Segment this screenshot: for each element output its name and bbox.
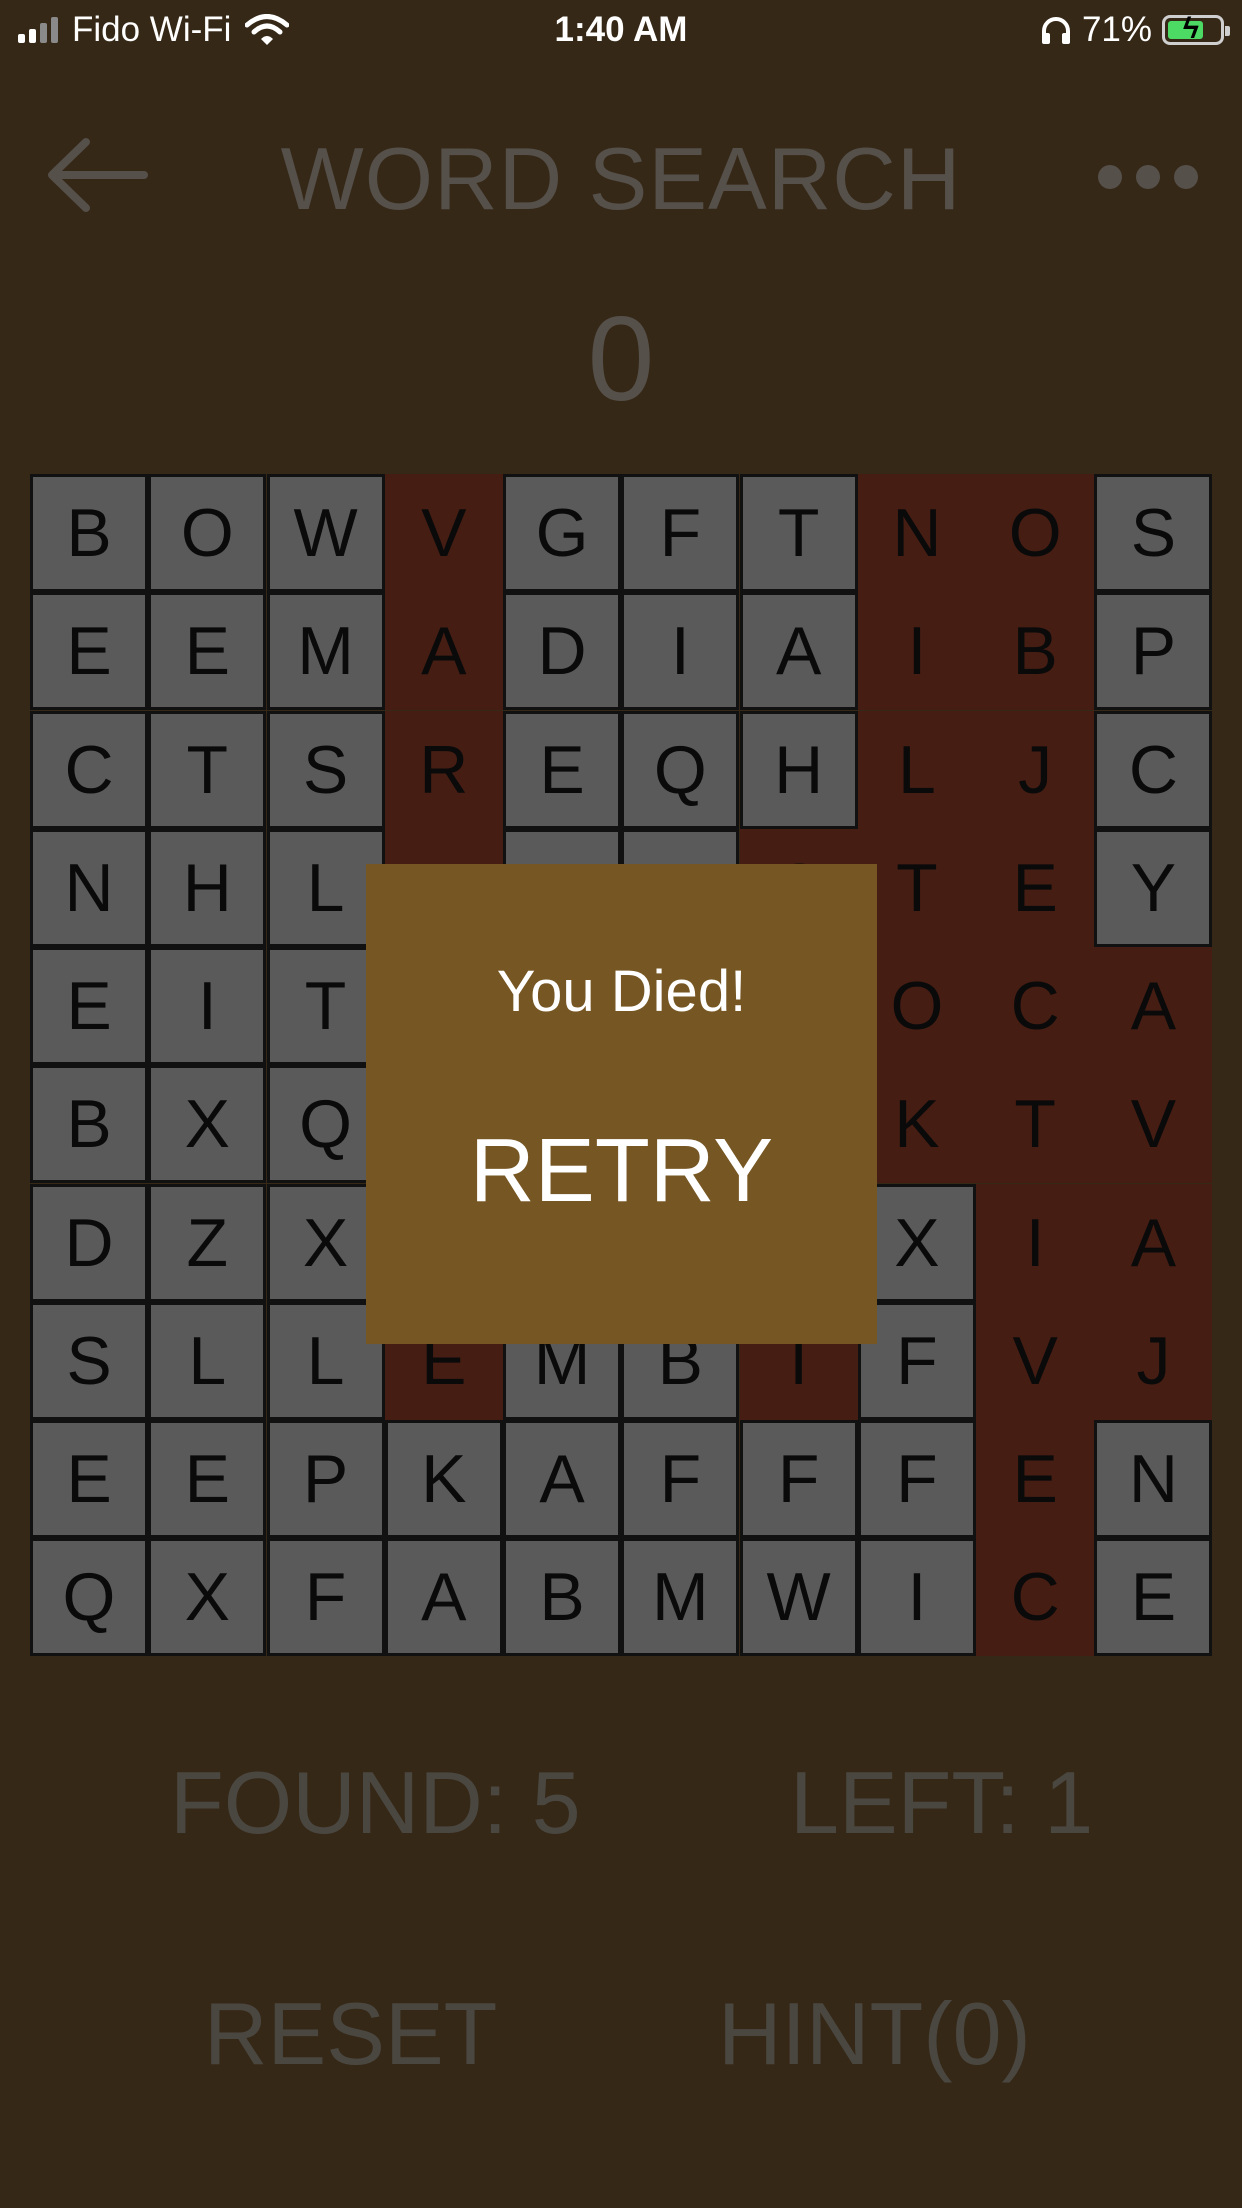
- left-count: LEFT: 1: [790, 1753, 1094, 1852]
- grid-cell[interactable]: E: [976, 1420, 1095, 1539]
- grid-cell[interactable]: B: [30, 474, 148, 592]
- grid-cell[interactable]: C: [1094, 710, 1213, 829]
- battery-icon: ϟ: [1162, 12, 1230, 45]
- grid-cell[interactable]: S: [30, 1301, 148, 1420]
- grid-cell[interactable]: P: [266, 1420, 385, 1539]
- battery-percent: 71%: [1081, 10, 1152, 49]
- status-bar: Fido Wi-Fi 1:40 AM 71% ϟ: [0, 0, 1242, 62]
- grid-cell[interactable]: V: [1094, 1065, 1213, 1184]
- grid-cell[interactable]: W: [266, 474, 385, 592]
- grid-cell[interactable]: Z: [148, 1183, 267, 1302]
- grid-cell[interactable]: N: [30, 828, 148, 947]
- found-count: FOUND: 5: [170, 1753, 581, 1852]
- grid-cell[interactable]: J: [1094, 1301, 1213, 1420]
- grid-cell[interactable]: C: [976, 1538, 1095, 1657]
- grid-cell[interactable]: A: [1094, 947, 1213, 1066]
- grid-cell[interactable]: F: [739, 1420, 858, 1539]
- grid-cell[interactable]: F: [857, 1420, 976, 1539]
- grid-cell[interactable]: L: [148, 1301, 267, 1420]
- grid-cell[interactable]: I: [148, 947, 267, 1066]
- status-right: 71% ϟ: [1040, 10, 1230, 50]
- grid-cell[interactable]: M: [266, 592, 385, 711]
- grid-cell[interactable]: M: [621, 1538, 740, 1657]
- grid-cell[interactable]: E: [30, 592, 148, 711]
- grid-cell[interactable]: I: [621, 592, 740, 711]
- grid-cell[interactable]: X: [148, 1065, 267, 1184]
- grid-cell[interactable]: A: [739, 592, 858, 711]
- grid-cell[interactable]: A: [503, 1420, 622, 1539]
- grid-cell[interactable]: S: [1094, 474, 1213, 592]
- grid-cell[interactable]: A: [1094, 1183, 1213, 1302]
- grid-cell[interactable]: C: [976, 947, 1095, 1066]
- page-title: WORD SEARCH: [280, 129, 962, 228]
- grid-cell[interactable]: E: [503, 710, 622, 829]
- grid-cell[interactable]: B: [503, 1538, 622, 1657]
- grid-cell[interactable]: J: [976, 710, 1095, 829]
- grid-cell[interactable]: Q: [30, 1538, 148, 1657]
- grid-cell[interactable]: Y: [1094, 828, 1213, 947]
- game-over-dialog: You Died! RETRY: [366, 864, 877, 1344]
- grid-cell[interactable]: F: [266, 1538, 385, 1657]
- score-display: 0: [587, 292, 655, 426]
- grid-cell[interactable]: H: [739, 710, 858, 829]
- grid-cell[interactable]: A: [384, 1538, 503, 1657]
- grid-cell[interactable]: N: [1094, 1420, 1213, 1539]
- reset-button[interactable]: RESET: [204, 1983, 497, 2085]
- hint-button[interactable]: HINT(0): [718, 1983, 1031, 2085]
- grid-cell[interactable]: T: [148, 710, 267, 829]
- grid-cell[interactable]: O: [976, 474, 1095, 592]
- grid-cell[interactable]: Q: [621, 710, 740, 829]
- grid-cell[interactable]: P: [1094, 592, 1213, 711]
- grid-cell[interactable]: F: [621, 474, 740, 592]
- header: WORD SEARCH: [0, 110, 1242, 240]
- grid-cell[interactable]: G: [503, 474, 622, 592]
- grid-cell[interactable]: I: [857, 592, 976, 711]
- grid-cell[interactable]: S: [266, 710, 385, 829]
- grid-cell[interactable]: E: [976, 828, 1095, 947]
- grid-cell[interactable]: X: [148, 1538, 267, 1657]
- grid-cell[interactable]: E: [30, 1420, 148, 1539]
- grid-cell[interactable]: F: [621, 1420, 740, 1539]
- retry-button[interactable]: RETRY: [366, 1119, 877, 1224]
- grid-cell[interactable]: H: [148, 828, 267, 947]
- grid-cell[interactable]: I: [976, 1183, 1095, 1302]
- game-over-message: You Died!: [496, 959, 747, 1024]
- grid-cell[interactable]: L: [857, 710, 976, 829]
- grid-cell[interactable]: B: [30, 1065, 148, 1184]
- grid-cell[interactable]: D: [30, 1183, 148, 1302]
- grid-cell[interactable]: E: [148, 1420, 267, 1539]
- grid-cell[interactable]: R: [384, 710, 503, 829]
- grid-cell[interactable]: V: [384, 474, 503, 592]
- grid-cell[interactable]: B: [976, 592, 1095, 711]
- grid-cell[interactable]: O: [148, 474, 267, 592]
- grid-cell[interactable]: E: [148, 592, 267, 711]
- grid-cell[interactable]: E: [30, 947, 148, 1066]
- grid-cell[interactable]: V: [976, 1301, 1095, 1420]
- grid-cell[interactable]: A: [384, 592, 503, 711]
- grid-cell[interactable]: W: [739, 1538, 858, 1657]
- grid-cell[interactable]: I: [857, 1538, 976, 1657]
- grid-cell[interactable]: D: [503, 592, 622, 711]
- grid-cell[interactable]: C: [30, 710, 148, 829]
- grid-cell[interactable]: T: [976, 1065, 1095, 1184]
- headphones-icon: [1041, 17, 1070, 44]
- grid-cell[interactable]: K: [384, 1420, 503, 1539]
- grid-cell[interactable]: T: [739, 474, 858, 592]
- more-icon[interactable]: [1098, 165, 1198, 189]
- grid-cell[interactable]: E: [1094, 1538, 1213, 1657]
- grid-cell[interactable]: N: [857, 474, 976, 592]
